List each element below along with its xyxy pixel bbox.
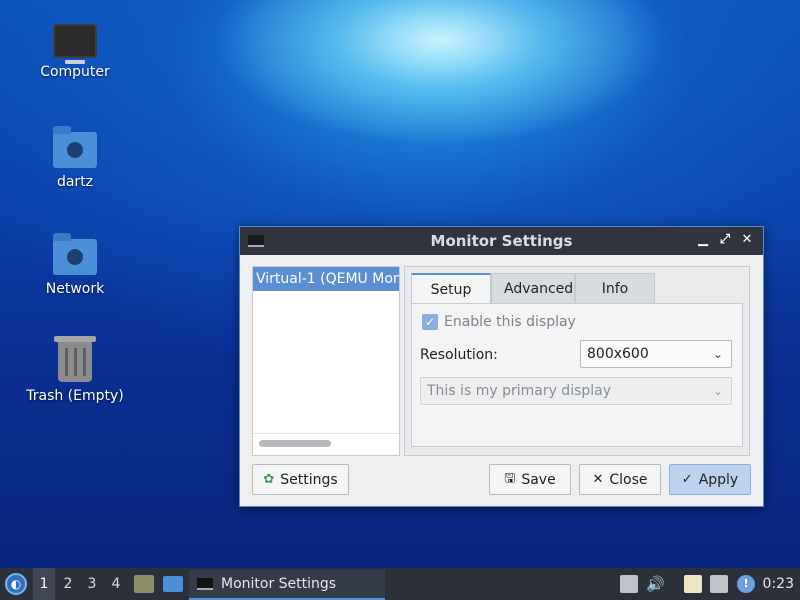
monitor-icon [248,235,264,247]
desktop-icon-label: dartz [56,174,94,190]
display-list: Virtual-1 (QEMU Monitor) [252,266,400,456]
horizontal-scrollbar-thumb[interactable] [259,440,331,447]
desktop-icon-home[interactable]: dartz [20,126,130,190]
settings-panel: Setup Advanced Info ✓ Enable this displa… [404,266,750,456]
settings-button[interactable]: ✿ Settings [252,464,349,495]
workspace-1[interactable]: 1 [33,568,55,600]
save-icon: 🖫 [504,470,516,486]
workspace-2[interactable]: 2 [57,568,79,600]
resolution-label: Resolution: [420,347,498,363]
clipboard-icon[interactable] [684,575,702,593]
resolution-select[interactable]: 800x600 ⌄ [580,340,732,368]
tab-advanced[interactable]: Advanced [491,273,575,304]
monitor-icon [197,578,213,590]
desktop-icon-trash[interactable]: Trash (Empty) [20,336,130,404]
monitor-settings-window: Monitor Settings ▁ ⤢ ✕ Virtual-1 (QEMU M… [239,226,764,507]
desktop-icon-label: Computer [40,64,110,80]
desktop-icon-label: Network [45,281,105,297]
taskbar: ◐ 1 2 3 4 Monitor Settings 🔊 ! 0:23 [0,568,800,600]
primary-display-value: This is my primary display [427,383,612,399]
network-icon[interactable] [710,575,728,593]
minimize-button[interactable]: ▁ [695,232,711,248]
tab-setup[interactable]: Setup [411,273,491,304]
close-window-button[interactable]: ✕ [739,232,755,248]
task-title: Monitor Settings [221,576,337,592]
clock[interactable]: 0:23 [763,568,794,600]
apply-button-label: Apply [698,471,739,488]
close-icon: ✕ [592,472,604,487]
desktop-icon-computer[interactable]: Computer [20,18,130,80]
app-menu-icon[interactable]: ◐ [5,573,27,595]
desktop-icon-label: Trash (Empty) [26,388,124,404]
primary-display-select: This is my primary display ⌄ [420,377,732,405]
enable-display-label: Enable this display [444,314,576,330]
check-icon: ✓ [681,472,693,487]
workspace-4[interactable]: 4 [105,568,127,600]
network-folder-icon [53,233,97,275]
close-button-label: Close [609,471,648,488]
home-folder-icon [53,126,97,168]
desktop-icon-network[interactable]: Network [20,233,130,297]
tab-info[interactable]: Info [575,273,655,304]
maximize-button[interactable]: ⤢ [717,232,733,248]
eject-icon[interactable] [620,575,638,593]
save-button[interactable]: 🖫 Save [489,464,571,495]
resolution-value: 800x600 [587,346,649,362]
update-notification-icon[interactable]: ! [737,575,755,593]
list-item-display[interactable]: Virtual-1 (QEMU Monitor) [253,267,399,291]
window-title: Monitor Settings [430,232,573,250]
apply-button[interactable]: ✓ Apply [669,464,751,495]
trash-icon [54,336,96,382]
taskbar-task-monitor-settings[interactable]: Monitor Settings [189,570,385,600]
file-manager-icon[interactable] [134,575,154,593]
window-titlebar[interactable]: Monitor Settings ▁ ⤢ ✕ [240,227,763,255]
gear-icon: ✿ [263,472,275,487]
enable-display-checkbox[interactable]: ✓ Enable this display [422,314,576,330]
chevron-down-icon: ⌄ [712,384,723,398]
close-button[interactable]: ✕ Close [579,464,661,495]
checkmark-icon: ✓ [422,314,438,330]
desktop-icon[interactable] [163,576,183,592]
save-button-label: Save [521,471,556,488]
settings-button-label: Settings [280,471,338,488]
computer-icon [53,24,97,64]
setup-tab-content: ✓ Enable this display Resolution: 800x60… [411,303,743,447]
workspace-3[interactable]: 3 [81,568,103,600]
volume-icon[interactable]: 🔊 [646,575,665,593]
chevron-down-icon: ⌄ [712,347,723,361]
